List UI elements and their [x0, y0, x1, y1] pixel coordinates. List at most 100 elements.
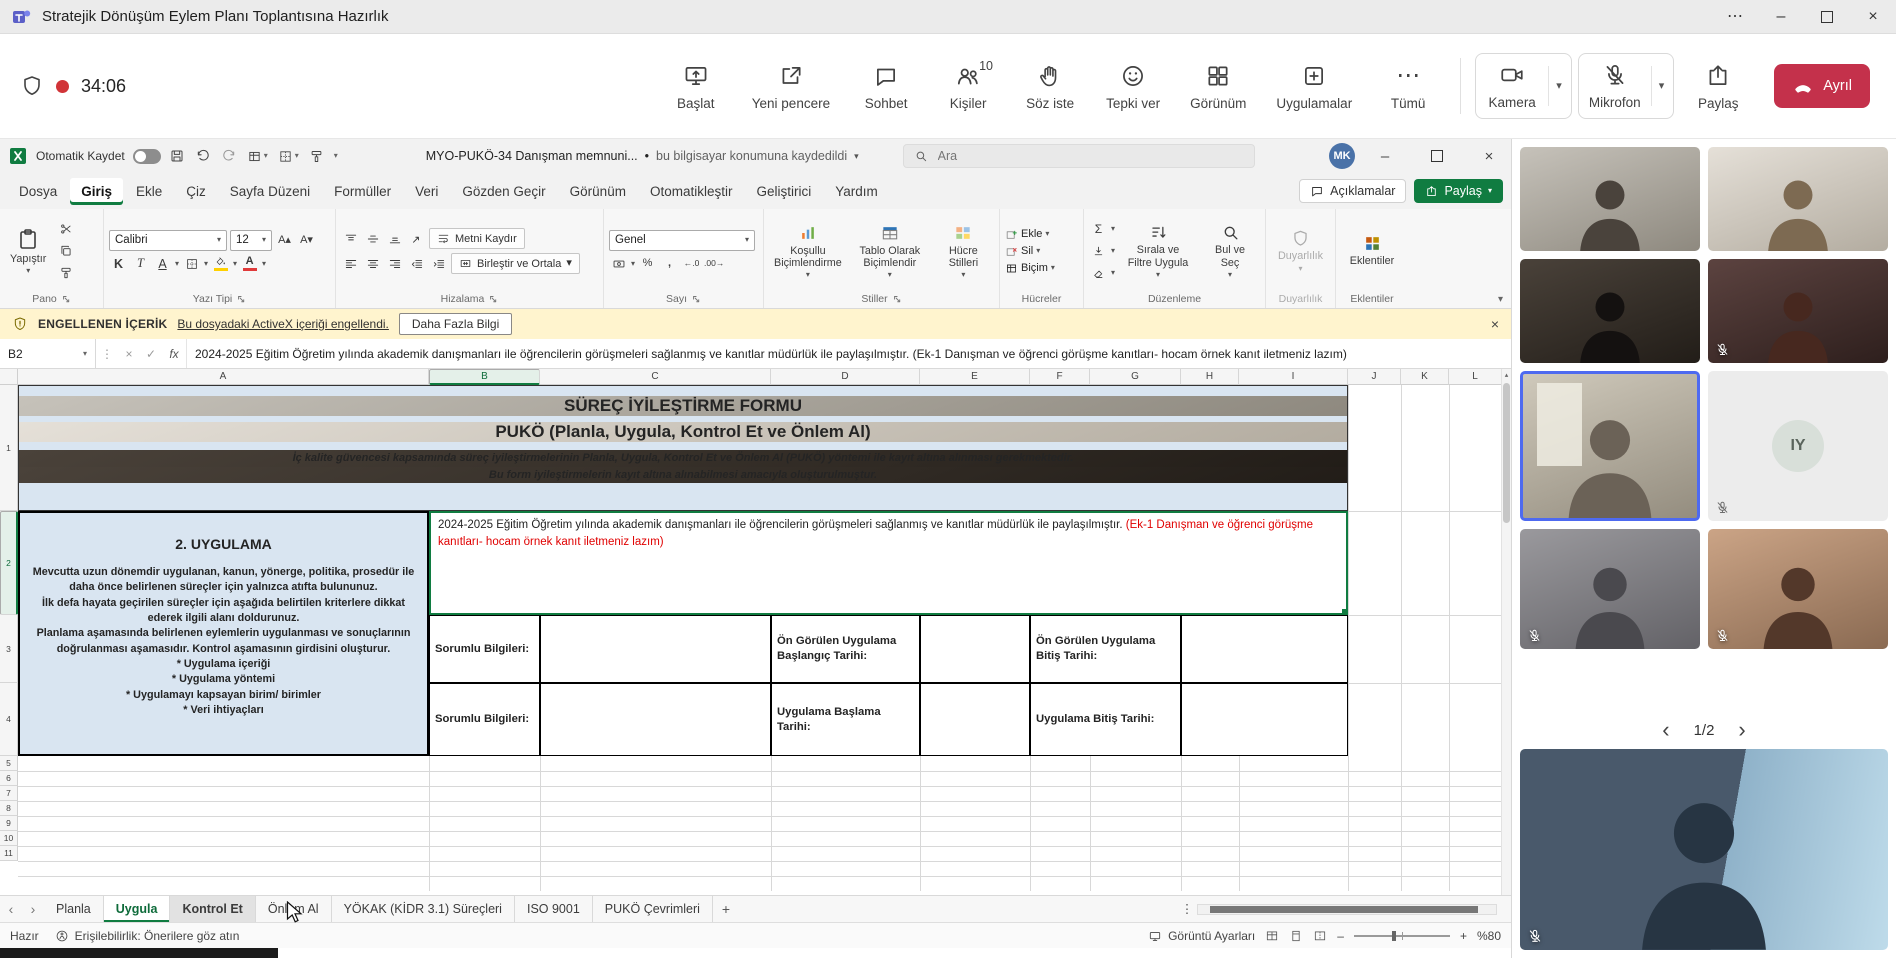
- underline-button[interactable]: A: [153, 255, 172, 273]
- align-left-button[interactable]: [341, 255, 360, 273]
- cell-F3[interactable]: Ön Görülen Uygulama Bitiş Tarihi:: [1030, 615, 1181, 683]
- column-header-G[interactable]: G: [1090, 369, 1181, 385]
- sheet-tab-kontrol-et[interactable]: Kontrol Et: [170, 896, 255, 922]
- cell-B3[interactable]: Sorumlu Bilgileri:: [429, 615, 540, 683]
- raise-hand-button[interactable]: Söz iste: [1012, 55, 1088, 119]
- font-size-select[interactable]: 12: [230, 230, 272, 251]
- fill-button[interactable]: [1089, 242, 1115, 260]
- warning-link[interactable]: Bu dosyadaki ActiveX içeriği engellendi.: [177, 317, 388, 331]
- tab-gozden-gecir[interactable]: Gözden Geçir: [451, 178, 556, 205]
- tab-veri[interactable]: Veri: [404, 178, 449, 205]
- row-header-11[interactable]: 11: [0, 846, 18, 861]
- increase-decimal-button[interactable]: [682, 255, 701, 273]
- column-header-J[interactable]: J: [1348, 369, 1401, 385]
- tab-ekle[interactable]: Ekle: [125, 178, 173, 205]
- minimize-button[interactable]: [1758, 0, 1804, 33]
- excel-share-button[interactable]: Paylaş: [1414, 179, 1503, 203]
- dialog-launcher-icon[interactable]: [692, 295, 701, 304]
- excel-close-button[interactable]: [1467, 140, 1511, 173]
- cancel-entry-icon[interactable]: [118, 348, 140, 360]
- cell-E4[interactable]: [920, 683, 1030, 756]
- tab-formuller[interactable]: Formüller: [323, 178, 402, 205]
- align-top-button[interactable]: [341, 230, 360, 248]
- row-header-9[interactable]: 9: [0, 816, 18, 831]
- cell-C4[interactable]: [540, 683, 771, 756]
- vertical-scroll-thumb[interactable]: [1503, 383, 1510, 523]
- italic-button[interactable]: T: [131, 255, 150, 273]
- copy-button[interactable]: [56, 242, 75, 260]
- vertical-scrollbar[interactable]: [1501, 369, 1511, 895]
- undo-icon[interactable]: [195, 148, 211, 164]
- react-button[interactable]: Tepki ver: [1094, 55, 1172, 119]
- borders-button[interactable]: [182, 255, 201, 273]
- sheet-tab-options-icon[interactable]: [1177, 903, 1197, 916]
- qat-table-button[interactable]: [247, 149, 268, 164]
- clear-button[interactable]: [1089, 264, 1115, 282]
- column-header-F[interactable]: F: [1030, 369, 1090, 385]
- format-painter-button[interactable]: [56, 264, 75, 282]
- more-options-button[interactable]: [1712, 0, 1758, 33]
- dialog-launcher-icon[interactable]: [489, 295, 498, 304]
- accounting-format-button[interactable]: [609, 255, 628, 273]
- zoom-out-button[interactable]: [1337, 930, 1344, 942]
- row-header-6[interactable]: 6: [0, 771, 18, 786]
- cell-H4[interactable]: [1181, 683, 1348, 756]
- participant-video-4[interactable]: [1708, 259, 1888, 363]
- format-cells-button[interactable]: Biçim: [1005, 262, 1055, 275]
- decrease-decimal-button[interactable]: [704, 255, 724, 273]
- tab-giris[interactable]: Giriş: [70, 178, 123, 205]
- increase-indent-button[interactable]: [429, 255, 448, 273]
- bold-button[interactable]: K: [109, 255, 128, 273]
- cell-D3[interactable]: Ön Görülen Uygulama Başlangıç Tarihi:: [771, 615, 920, 683]
- number-format-select[interactable]: Genel: [609, 230, 755, 251]
- tab-gelistirici[interactable]: Geliştirici: [745, 178, 822, 205]
- row-header-10[interactable]: 10: [0, 831, 18, 846]
- camera-options-chevron-icon[interactable]: [1551, 81, 1567, 92]
- column-header-D[interactable]: D: [771, 369, 920, 385]
- more-info-button[interactable]: Daha Fazla Bilgi: [399, 313, 512, 335]
- row-header-7[interactable]: 7: [0, 786, 18, 801]
- fill-handle[interactable]: [1341, 608, 1348, 615]
- participant-video-2[interactable]: [1708, 147, 1888, 251]
- format-as-table-button[interactable]: Tablo Olarak Biçimlendir: [852, 221, 928, 282]
- tab-gorunum[interactable]: Görünüm: [559, 178, 637, 205]
- display-settings-button[interactable]: Görüntü Ayarları: [1148, 929, 1255, 943]
- excel-restore-button[interactable]: [1415, 140, 1459, 173]
- insert-cells-button[interactable]: Ekle: [1005, 228, 1055, 241]
- sheet-tab-onlem-al[interactable]: Önlem Al: [256, 896, 332, 922]
- horizontal-scroll-thumb[interactable]: [1210, 906, 1478, 913]
- tab-dosya[interactable]: Dosya: [8, 178, 68, 205]
- form-title-cell[interactable]: SÜREÇ İYİLEŞTİRME FORMU PUKÖ (Planla, Uy…: [18, 385, 1348, 511]
- horizontal-scrollbar[interactable]: [1197, 904, 1497, 915]
- cell-C3[interactable]: [540, 615, 771, 683]
- cell-E3[interactable]: [920, 615, 1030, 683]
- zoom-slider[interactable]: [1354, 935, 1450, 937]
- column-header-I[interactable]: I: [1239, 369, 1348, 385]
- qat-borders-button[interactable]: [278, 149, 299, 164]
- view-button[interactable]: Görünüm: [1178, 55, 1258, 119]
- normal-view-button[interactable]: [1265, 929, 1279, 943]
- row-header-2[interactable]: 2: [0, 511, 18, 615]
- sheet-nav-right-icon[interactable]: [22, 902, 44, 916]
- sheet-tab-puko-cevrimleri[interactable]: PUKÖ Çevrimleri: [593, 896, 713, 922]
- save-icon[interactable]: [169, 148, 185, 164]
- sort-filter-button[interactable]: Sırala ve Filtre Uygula: [1120, 221, 1196, 281]
- maximize-button[interactable]: [1804, 0, 1850, 33]
- scroll-up-arrow-icon[interactable]: [1502, 369, 1511, 381]
- dialog-launcher-icon[interactable]: [893, 295, 902, 304]
- excel-minimize-button[interactable]: [1363, 140, 1407, 173]
- mic-button[interactable]: Mikrofon: [1581, 56, 1649, 116]
- dialog-launcher-icon[interactable]: [237, 295, 246, 304]
- grow-font-button[interactable]: [275, 231, 294, 249]
- decrease-indent-button[interactable]: [407, 255, 426, 273]
- collapse-ribbon-chevron-icon[interactable]: [1498, 295, 1503, 305]
- insert-function-button[interactable]: fx: [162, 347, 186, 361]
- autosum-button[interactable]: [1089, 220, 1115, 238]
- camera-button[interactable]: Kamera: [1478, 56, 1546, 116]
- find-select-button[interactable]: Bul ve Seç: [1201, 221, 1259, 281]
- format-painter-icon[interactable]: [309, 149, 324, 164]
- participant-initials-tile[interactable]: IY: [1708, 371, 1888, 521]
- tab-sayfa-duzeni[interactable]: Sayfa Düzeni: [219, 178, 321, 205]
- merge-center-button[interactable]: Birleştir ve Ortala: [451, 253, 580, 274]
- participant-video-7[interactable]: [1520, 529, 1700, 649]
